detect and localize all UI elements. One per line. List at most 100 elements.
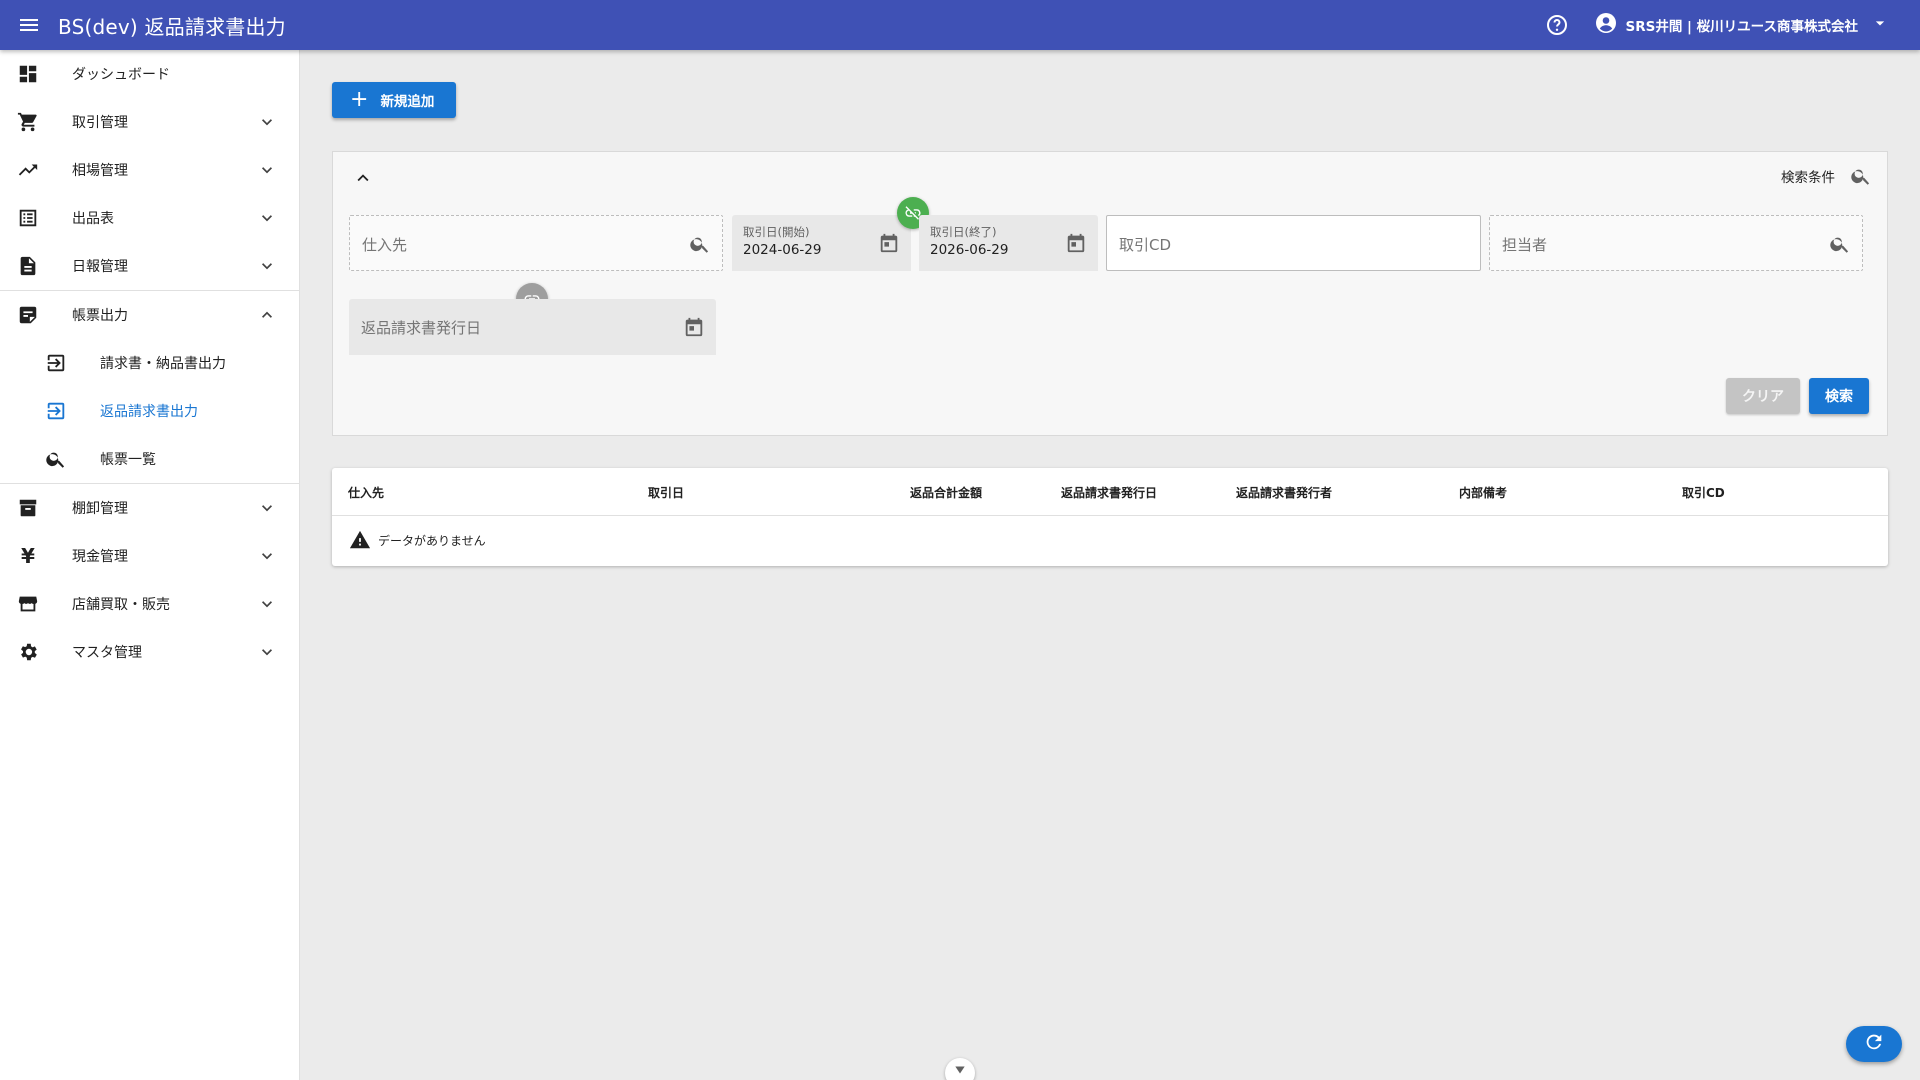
export-icon [44, 351, 68, 375]
sidebar-subitem-report-list[interactable]: 帳票一覧 [0, 435, 299, 483]
yen-icon: ¥ [21, 544, 35, 568]
sidebar-item-dashboard[interactable]: ダッシュボード [0, 50, 299, 98]
sidebar-item-label: 現金管理 [72, 549, 128, 565]
document-icon [16, 254, 40, 278]
warning-icon [348, 528, 372, 552]
sidebar-item-label: 帳票出力 [72, 308, 128, 324]
column-header-return-total[interactable]: 返品合計金額 [910, 484, 982, 501]
chevron-up-icon [255, 303, 279, 327]
clear-button[interactable]: クリア [1726, 378, 1800, 414]
sidebar-item-inventory[interactable]: 棚卸管理 [0, 484, 299, 532]
chevron-up-icon[interactable] [351, 166, 375, 190]
trade-date-end-value: 2026-06-29 [930, 242, 1009, 258]
trade-date-start-value: 2024-06-29 [743, 242, 822, 258]
sidebar-item-label: ダッシュボード [72, 67, 170, 83]
sidebar-item-reports[interactable]: 帳票出力 [0, 291, 299, 339]
plus-icon: + [350, 87, 369, 112]
sidebar-item-listings[interactable]: 出品表 [0, 194, 299, 242]
search-conditions-label: 検索条件 [1781, 170, 1835, 186]
column-header-issue-date[interactable]: 返品請求書発行日 [1061, 484, 1157, 501]
issue-date-placeholder: 返品請求書発行日 [361, 319, 482, 337]
user-name: SRS井間 | 桜川リユース商事株式会社 [1625, 19, 1859, 35]
dashboard-icon [16, 62, 40, 86]
empty-message: データがありません [378, 533, 486, 548]
trade-date-end-field[interactable]: 取引日(終了) 2026-06-29 [919, 215, 1098, 271]
sidebar-item-market[interactable]: 相場管理 [0, 146, 299, 194]
chevron-down-icon [255, 110, 279, 134]
chevron-down-icon [255, 640, 279, 664]
search-icon [44, 447, 68, 471]
calendar-icon[interactable] [877, 231, 901, 255]
table-header: 仕入先 取引日 返品合計金額 返品請求書発行日 返品請求書発行者 内部備考 取引… [332, 468, 1888, 516]
caret-down-icon [1870, 13, 1890, 37]
chevron-down-icon [255, 592, 279, 616]
sidebar-item-label: マスタ管理 [72, 645, 142, 661]
chevron-down-icon [255, 544, 279, 568]
sidebar-subitem-label: 請求書・納品書出力 [100, 356, 226, 372]
search-conditions-toggle[interactable]: 検索条件 [1781, 164, 1873, 188]
search-icon[interactable] [1828, 232, 1852, 256]
chevron-down-icon [255, 254, 279, 278]
trade-date-start-field[interactable]: 取引日(開始) 2024-06-29 [732, 215, 911, 271]
trade-cd-placeholder: 取引CD [1119, 236, 1172, 254]
sidebar-subitem-invoice-export[interactable]: 請求書・納品書出力 [0, 339, 299, 387]
sidebar-subitem-label: 返品請求書出力 [100, 404, 198, 420]
sidebar-item-label: 相場管理 [72, 163, 128, 179]
results-table: 仕入先 取引日 返品合計金額 返品請求書発行日 返品請求書発行者 内部備考 取引… [332, 468, 1888, 566]
store-icon [16, 592, 40, 616]
column-header-internal-notes[interactable]: 内部備考 [1459, 484, 1507, 501]
staff-field[interactable]: 担当者 [1489, 215, 1863, 271]
empty-state-row: データがありません [332, 516, 1888, 564]
calendar-icon[interactable] [1064, 231, 1088, 255]
supplier-placeholder: 仕入先 [362, 236, 408, 254]
trade-date-start-label: 取引日(開始) [743, 225, 810, 239]
sidebar-subitem-return-invoice[interactable]: 返品請求書出力 [0, 387, 299, 435]
trade-cd-input[interactable]: 取引CD [1106, 215, 1481, 271]
staff-placeholder: 担当者 [1502, 236, 1548, 254]
archive-icon [16, 496, 40, 520]
sidebar-item-label: 棚卸管理 [72, 501, 128, 517]
sidebar-item-cash[interactable]: ¥ 現金管理 [0, 532, 299, 580]
column-header-issuer[interactable]: 返品請求書発行者 [1236, 484, 1332, 501]
app-title: BS(dev) 返品請求書出力 [58, 14, 286, 39]
search-filter-panel: 検索条件 仕入先 取引日(開始) 2024-06-29 取引日(終了) 2026… [332, 151, 1888, 436]
sidebar-item-daily-report[interactable]: 日報管理 [0, 242, 299, 290]
refresh-button[interactable] [1846, 1026, 1902, 1062]
scroll-down-button[interactable] [945, 1058, 975, 1080]
user-menu[interactable]: SRS井間 | 桜川リユース商事株式会社 [1594, 11, 1891, 39]
column-header-trade-cd[interactable]: 取引CD [1682, 484, 1725, 501]
gear-icon [16, 640, 40, 664]
menu-icon[interactable] [0, 0, 58, 50]
chevron-down-icon [255, 206, 279, 230]
sidebar-item-store[interactable]: 店舗買取・販売 [0, 580, 299, 628]
app-bar: BS(dev) 返品請求書出力 SRS井間 | 桜川リユース商事株式会社 [0, 0, 1920, 50]
export-icon [44, 399, 68, 423]
trending-up-icon [16, 158, 40, 182]
calendar-icon[interactable] [682, 315, 706, 339]
column-header-supplier[interactable]: 仕入先 [348, 484, 384, 501]
sidebar: ダッシュボード 取引管理 相場管理 出品表 日報管理 帳票出力 請求書・納品書出… [0, 50, 300, 1080]
sidebar-item-label: 日報管理 [72, 259, 128, 275]
topbar-actions: SRS井間 | 桜川リユース商事株式会社 [1544, 11, 1920, 39]
search-button[interactable]: 検索 [1809, 378, 1869, 414]
sidebar-subitem-label: 帳票一覧 [100, 452, 156, 468]
add-new-button[interactable]: + 新規追加 [332, 82, 456, 118]
sidebar-item-trades[interactable]: 取引管理 [0, 98, 299, 146]
add-new-label: 新規追加 [380, 94, 435, 110]
chevron-down-icon [255, 158, 279, 182]
sidebar-item-label: 取引管理 [72, 115, 128, 131]
refresh-icon [1863, 1031, 1885, 1057]
column-header-trade-date[interactable]: 取引日 [648, 484, 684, 501]
return-invoice-issue-date-field[interactable]: 返品請求書発行日 [349, 299, 716, 355]
sidebar-item-master[interactable]: マスタ管理 [0, 628, 299, 676]
sidebar-item-label: 出品表 [72, 211, 114, 227]
report-icon [16, 303, 40, 327]
sidebar-item-label: 店舗買取・販売 [72, 597, 170, 613]
account-icon [1594, 11, 1618, 39]
supplier-field[interactable]: 仕入先 [349, 215, 723, 271]
trade-date-end-label: 取引日(終了) [930, 225, 997, 239]
search-icon[interactable] [688, 232, 712, 256]
cart-icon [16, 110, 40, 134]
chevron-down-icon [953, 1062, 967, 1080]
help-icon[interactable] [1544, 12, 1570, 38]
